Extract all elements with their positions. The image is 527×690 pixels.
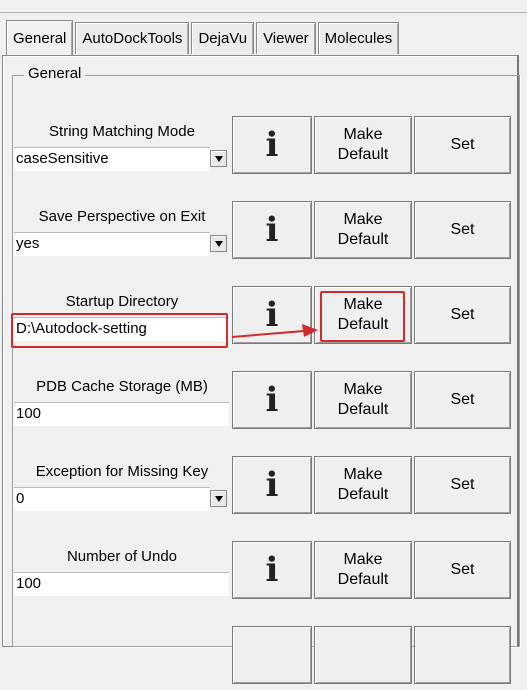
- set-button[interactable]: Set: [414, 541, 511, 599]
- setting-row-number-of-undo: Number of Undo 100 i Make Default Set: [0, 541, 527, 605]
- info-button[interactable]: [232, 626, 312, 684]
- setting-label: String Matching Mode: [49, 123, 195, 140]
- chevron-down-icon[interactable]: [210, 490, 227, 507]
- make-default-button[interactable]: Make Default: [314, 371, 412, 429]
- set-label: Set: [450, 391, 475, 408]
- make-default-button[interactable]: Make Default: [314, 541, 412, 599]
- info-button[interactable]: i: [232, 201, 312, 259]
- save-perspective-combobox[interactable]: yes: [14, 232, 210, 256]
- make-default-label: Make Default: [337, 466, 389, 503]
- make-default-label: Make Default: [337, 211, 389, 248]
- set-label: Set: [450, 136, 475, 153]
- make-default-label: Make Default: [337, 551, 389, 588]
- tab-viewer[interactable]: Viewer: [256, 22, 316, 54]
- setting-row-save-perspective: Save Perspective on Exit yes i Make Defa…: [0, 201, 527, 265]
- make-default-label: Make Default: [337, 381, 389, 418]
- info-button[interactable]: i: [232, 371, 312, 429]
- info-icon: i: [265, 295, 279, 335]
- setting-label: Startup Directory: [65, 293, 179, 310]
- set-label: Set: [450, 306, 475, 323]
- number-of-undo-input[interactable]: 100: [14, 572, 229, 596]
- make-default-button[interactable]: [314, 626, 412, 684]
- setting-label: Exception for Missing Key: [35, 463, 209, 480]
- set-button[interactable]: Set: [414, 456, 511, 514]
- highlight-startup-directory: [11, 313, 228, 348]
- window-top-divider: [0, 12, 527, 13]
- info-icon: i: [265, 210, 279, 250]
- setting-row-pdb-cache: PDB Cache Storage (MB) 100 i Make Defaul…: [0, 371, 527, 435]
- info-icon: i: [265, 465, 279, 505]
- setting-label: PDB Cache Storage (MB): [36, 378, 208, 395]
- setting-row-partial: [0, 626, 527, 690]
- info-icon: i: [265, 125, 279, 165]
- tab-molecules[interactable]: Molecules: [317, 22, 400, 54]
- set-label: Set: [450, 221, 475, 238]
- chevron-down-icon[interactable]: [210, 235, 227, 252]
- chevron-down-icon[interactable]: [210, 150, 227, 167]
- set-button[interactable]: Set: [414, 371, 511, 429]
- setting-label: Save Perspective on Exit: [38, 208, 206, 225]
- make-default-button[interactable]: Make Default: [314, 456, 412, 514]
- setting-label: Number of Undo: [66, 548, 178, 565]
- info-button[interactable]: i: [232, 456, 312, 514]
- setting-row-exception-missing-key: Exception for Missing Key 0 i Make Defau…: [0, 456, 527, 520]
- string-matching-mode-combobox[interactable]: caseSensitive: [14, 147, 210, 171]
- make-default-button[interactable]: Make Default: [314, 116, 412, 174]
- set-label: Set: [450, 561, 475, 578]
- set-button[interactable]: Set: [414, 286, 511, 344]
- tab-dejavu[interactable]: DejaVu: [191, 22, 255, 54]
- highlight-make-default-button: [320, 291, 405, 342]
- group-title: General: [24, 65, 86, 82]
- info-button[interactable]: i: [232, 541, 312, 599]
- setting-row-string-matching-mode: String Matching Mode caseSensitive i Mak…: [0, 116, 527, 180]
- info-icon: i: [265, 380, 279, 420]
- set-button[interactable]: Set: [414, 201, 511, 259]
- tab-bar: General AutoDockTools DejaVu Viewer Mole…: [6, 20, 401, 56]
- tab-autodocktools[interactable]: AutoDockTools: [75, 22, 190, 54]
- set-button[interactable]: Set: [414, 116, 511, 174]
- window-top-strip: [0, 0, 527, 18]
- make-default-button[interactable]: Make Default: [314, 201, 412, 259]
- set-button[interactable]: [414, 626, 511, 684]
- exception-missing-key-combobox[interactable]: 0: [14, 487, 210, 511]
- pdb-cache-storage-input[interactable]: 100: [14, 402, 229, 426]
- tab-general[interactable]: General: [6, 20, 74, 55]
- info-icon: i: [265, 550, 279, 590]
- make-default-label: Make Default: [337, 126, 389, 163]
- annotation-arrow-icon: [231, 324, 318, 338]
- set-label: Set: [450, 476, 475, 493]
- info-button[interactable]: i: [232, 116, 312, 174]
